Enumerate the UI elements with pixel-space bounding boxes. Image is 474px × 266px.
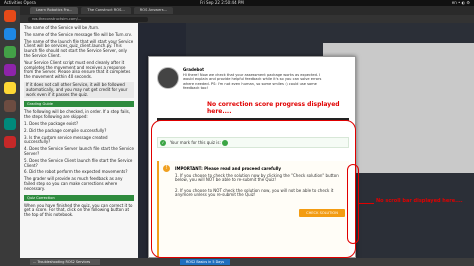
task-item[interactable]: … Troubleshooting ROS2 Services	[30, 259, 100, 265]
lesson-panel: The name of the Service will be /turn. T…	[20, 23, 138, 266]
opera-icon[interactable]	[4, 136, 16, 148]
grading-check: 4. Does the Service Server launch file s…	[24, 146, 134, 156]
notes-icon[interactable]	[4, 82, 16, 94]
grading-check: 3. Is the custom service message created…	[24, 134, 108, 145]
grading-check: 5. Does the Service Client launch file s…	[24, 157, 133, 168]
progress-annotation: No correction score progress displayed h…	[207, 101, 340, 115]
gradebot-avatar	[157, 67, 179, 89]
annotation-outline-1	[151, 120, 356, 258]
app-icon[interactable]	[4, 64, 16, 76]
lesson-item: Your Service Client script must end clea…	[24, 59, 131, 80]
dock	[0, 6, 20, 266]
section-heading: Quiz Correction	[24, 194, 134, 201]
lesson-final: When you have finished the quiz, you can…	[24, 202, 133, 218]
lesson-item: The name of the launch file that will st…	[24, 38, 134, 58]
grading-check: 6. Did the robot perform the expected mo…	[24, 169, 128, 175]
terminal-icon[interactable]	[4, 46, 16, 58]
scroll-annotation: No scroll bar displayed here....	[376, 198, 463, 204]
grader-message: Hi there! Now we check that your assessm…	[183, 73, 322, 91]
tab-1[interactable]: Learn Robotics Fro...	[30, 7, 79, 14]
settings-icon[interactable]	[4, 118, 16, 130]
grader-name: Gradebot	[183, 67, 205, 72]
task-item-active[interactable]: ROS2 Basics in 5 Days (Python)	[180, 259, 230, 265]
lesson-item: The name of the Service message file wil…	[24, 31, 132, 37]
files-icon[interactable]	[4, 28, 16, 40]
lesson-note: If it does not call other Service, it wi…	[24, 81, 134, 99]
firefox-icon[interactable]	[4, 10, 16, 22]
software-icon[interactable]	[4, 100, 16, 112]
address-bar-row: ros.theconstructsim.com/...	[20, 15, 474, 23]
grading-intro: The following will be checked, in order.…	[24, 109, 130, 120]
grading-check: 1. Does the package exist?	[24, 120, 79, 126]
address-bar[interactable]: ros.theconstructsim.com/...	[28, 16, 148, 22]
tab-2[interactable]: The Construct ROS...	[81, 7, 131, 14]
grading-check: 2. Did the package compile successfully?	[24, 127, 107, 133]
annotation-arrow	[358, 203, 374, 205]
tab-3[interactable]: ROS Answers...	[133, 7, 174, 14]
tab-strip: Learn Robotics Fro... The Construct ROS.…	[20, 6, 474, 15]
lesson-item: The name of the Service will be /turn.	[24, 25, 100, 30]
section-heading: Grading Guide	[24, 101, 134, 108]
bottom-bar: … Troubleshooting ROS2 Services ROS2 Bas…	[20, 258, 474, 266]
grading-footer: The grader will provide as much feedback…	[24, 176, 123, 191]
